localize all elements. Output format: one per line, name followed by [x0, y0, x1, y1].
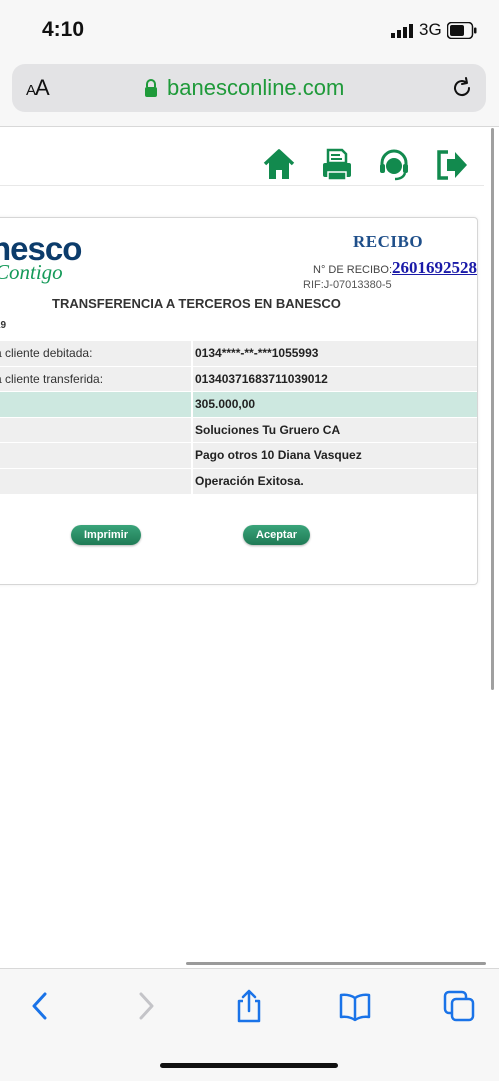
- browser-top-bar: AA banesconline.com: [0, 62, 499, 127]
- support-icon[interactable]: [377, 147, 411, 183]
- receipt-number-value[interactable]: 2601692528: [392, 258, 477, 277]
- receipt-number: N° DE RECIBO:2601692528: [313, 258, 477, 278]
- row-value: 305.000,00: [195, 397, 256, 412]
- status-bar: 4:10 3G: [0, 0, 499, 62]
- bookmarks-icon[interactable]: [338, 989, 372, 1023]
- battery-icon: [447, 22, 477, 39]
- vertical-scrollbar[interactable]: [491, 128, 494, 690]
- divider: [0, 185, 484, 186]
- network-label: 3G: [419, 20, 442, 39]
- address-bar[interactable]: AA banesconline.com: [12, 64, 486, 112]
- site-nav: [0, 147, 499, 187]
- forward-icon[interactable]: [128, 989, 162, 1023]
- table-row: 305.000,00: [0, 392, 477, 418]
- receipt-number-label: N° DE RECIBO:: [313, 264, 392, 276]
- signal-icon: [391, 24, 413, 38]
- row-value: 01340371683711039012: [195, 371, 328, 386]
- web-content: nesco Contigo RECIBO N° DE RECIBO:260169…: [0, 127, 499, 967]
- row-label: a cliente debitada:: [0, 346, 93, 360]
- browser-bottom-toolbar: [0, 968, 499, 1081]
- home-indicator: [160, 1063, 338, 1068]
- receipt-title: RECIBO: [353, 232, 424, 251]
- share-icon[interactable]: [232, 989, 266, 1023]
- reload-icon[interactable]: [450, 76, 474, 100]
- table-row: Operación Exitosa.: [0, 468, 477, 495]
- row-value: Pago otros 10 Diana Vasquez: [195, 448, 362, 463]
- accept-button[interactable]: Aceptar: [243, 525, 310, 545]
- table-row: a cliente transferida: 01340371683711039…: [0, 366, 477, 393]
- row-value: 0134****-**-***1055993: [195, 346, 319, 360]
- table-row: Soluciones Tu Gruero CA: [0, 417, 477, 444]
- back-icon[interactable]: [24, 989, 58, 1023]
- url-text[interactable]: banesconline.com: [167, 75, 344, 101]
- horizontal-scrollbar[interactable]: [186, 962, 486, 965]
- row-value: Operación Exitosa.: [195, 473, 304, 488]
- row-label: a cliente transferida:: [0, 371, 104, 386]
- rif-text: RIF:J-07013380-5: [303, 279, 392, 291]
- date-fragment: 19: [0, 320, 7, 331]
- text-size-button[interactable]: AA: [26, 75, 50, 101]
- print-icon[interactable]: [320, 147, 354, 183]
- table-row: a cliente debitada: 0134****-**-***10559…: [0, 341, 477, 367]
- lock-icon: [145, 79, 157, 97]
- receipt-card: nesco Contigo RECIBO N° DE RECIBO:260169…: [0, 217, 478, 585]
- row-value: Soluciones Tu Gruero CA: [195, 422, 341, 437]
- tabs-icon[interactable]: [442, 989, 476, 1023]
- logout-icon[interactable]: [435, 147, 469, 183]
- receipt-table: a cliente debitada: 0134****-**-***10559…: [0, 341, 477, 495]
- logo-tagline: Contigo: [0, 260, 63, 284]
- table-row: Pago otros 10 Diana Vasquez: [0, 443, 477, 469]
- status-time: 4:10: [42, 18, 85, 41]
- transaction-title: TRANSFERENCIA A TERCEROS EN BANESCO: [52, 296, 341, 311]
- home-icon[interactable]: [262, 147, 296, 183]
- print-button[interactable]: Imprimir: [71, 525, 141, 545]
